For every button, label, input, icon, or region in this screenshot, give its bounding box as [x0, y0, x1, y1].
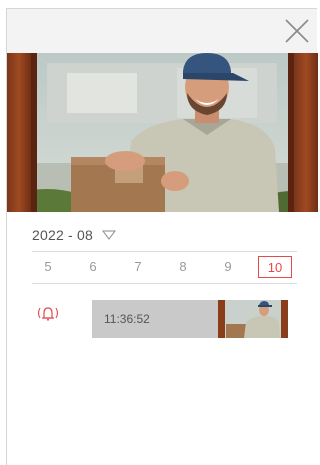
- close-icon[interactable]: [284, 18, 310, 44]
- day-item[interactable]: 5: [40, 256, 56, 278]
- month-selector[interactable]: 2022 - 08: [32, 225, 116, 245]
- day-selector: 5 6 7 8 9 10: [32, 256, 297, 280]
- event-time: 11:36:52: [104, 312, 150, 326]
- divider: [32, 283, 297, 284]
- doorbell-history-panel: 2022 - 08 5 6 7 8 9 10 11:36:52: [6, 8, 318, 465]
- day-item[interactable]: 8: [175, 256, 191, 278]
- day-item-selected[interactable]: 10: [258, 256, 292, 278]
- camera-preview-image: [7, 53, 318, 212]
- doorbell-alarm-icon: [37, 307, 59, 321]
- top-bar: [7, 9, 317, 53]
- day-item[interactable]: 9: [220, 256, 236, 278]
- divider: [32, 251, 297, 252]
- event-item[interactable]: 11:36:52: [92, 300, 288, 338]
- day-item[interactable]: 6: [85, 256, 101, 278]
- triangle-down-icon: [101, 230, 116, 240]
- event-thumbnail: [218, 300, 288, 338]
- day-item[interactable]: 7: [130, 256, 146, 278]
- selected-month: 2022 - 08: [32, 227, 93, 243]
